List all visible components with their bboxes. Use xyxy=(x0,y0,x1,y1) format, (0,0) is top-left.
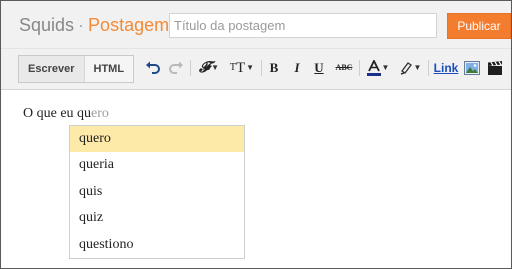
underline-icon[interactable]: U xyxy=(312,58,326,78)
typed-text: O que eu qu xyxy=(23,106,92,121)
suggestion-item[interactable]: quiz xyxy=(70,205,244,231)
autocomplete-dropdown: quero queria quis quiz questiono xyxy=(69,125,245,259)
link-button[interactable]: Link xyxy=(433,58,459,78)
font-size-icon[interactable]: T T ▼ xyxy=(228,58,256,78)
section-name: Postagem xyxy=(88,15,170,35)
image-icon[interactable] xyxy=(463,58,481,78)
toolbar: Escrever HTML 𝓕 ▼ T T ▼ B I U ABC ▼ ▼ Li… xyxy=(1,49,511,90)
toolbar-divider xyxy=(261,60,262,76)
toolbar-divider xyxy=(190,60,191,76)
bold-icon[interactable]: B xyxy=(267,58,281,78)
suggestion-item[interactable]: questiono xyxy=(70,232,244,258)
html-mode-button[interactable]: HTML xyxy=(83,56,134,82)
blog-name[interactable]: Squids xyxy=(19,15,74,35)
highlight-icon[interactable]: ▼ xyxy=(397,58,423,78)
undo-icon[interactable] xyxy=(144,58,162,78)
editor-window: Squids·Postagem Publicar Escrever HTML 𝓕… xyxy=(0,0,512,269)
mode-switch: Escrever HTML xyxy=(18,55,135,83)
publish-button[interactable]: Publicar xyxy=(447,13,511,39)
suggestion-item[interactable]: quero xyxy=(70,126,244,153)
brand-separator: · xyxy=(78,15,85,35)
post-title-input[interactable] xyxy=(169,13,437,38)
text-color-icon[interactable]: ▼ xyxy=(365,58,391,78)
font-family-icon[interactable]: 𝓕 ▼ xyxy=(197,58,221,78)
strikethrough-icon[interactable]: ABC xyxy=(334,58,354,78)
link-label: Link xyxy=(433,61,459,75)
autocomplete-ghost-text: ero xyxy=(91,106,109,121)
video-icon[interactable] xyxy=(486,58,504,78)
toolbar-divider xyxy=(359,60,360,76)
suggestion-item[interactable]: quis xyxy=(70,179,244,205)
toolbar-divider xyxy=(428,60,429,76)
redo-icon[interactable] xyxy=(167,58,185,78)
italic-icon[interactable]: I xyxy=(290,58,304,78)
editor-text-line: O que eu quero xyxy=(23,106,109,122)
suggestion-item[interactable]: queria xyxy=(70,152,244,178)
write-mode-button[interactable]: Escrever xyxy=(19,56,84,82)
header: Squids·Postagem Publicar xyxy=(1,1,511,49)
brand-title: Squids · Postagem xyxy=(19,15,169,36)
